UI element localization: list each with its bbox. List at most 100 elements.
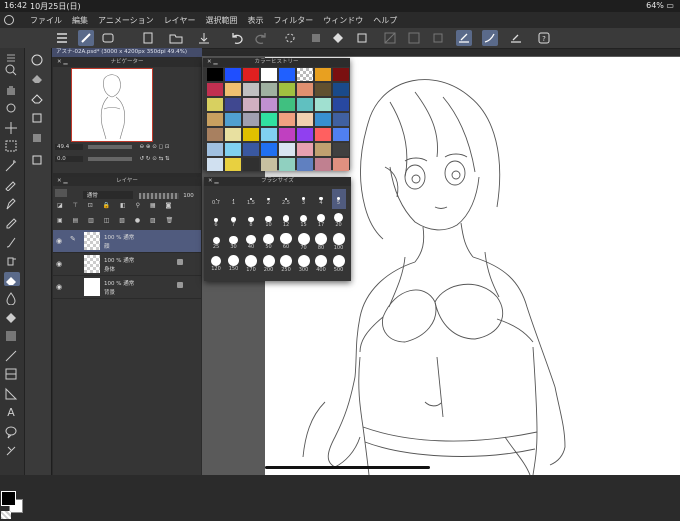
- color-swatch[interactable]: [297, 68, 313, 81]
- brush-tool-icon[interactable]: [4, 234, 20, 248]
- color-swatch[interactable]: [261, 143, 277, 156]
- color-swatch[interactable]: [261, 158, 277, 171]
- color-swatch[interactable]: [333, 68, 349, 81]
- brush-size-option[interactable]: 25: [209, 233, 223, 253]
- color-swatch[interactable]: [225, 83, 241, 96]
- color-swatch[interactable]: [243, 143, 259, 156]
- color-swatch[interactable]: [225, 128, 241, 141]
- balloon-icon[interactable]: [4, 424, 20, 439]
- menu-animation[interactable]: アニメーション: [98, 15, 154, 26]
- color-swatch[interactable]: [225, 68, 241, 81]
- color-swatch[interactable]: [279, 158, 295, 171]
- brush-size-option[interactable]: 70: [297, 233, 311, 253]
- rotation-buttons[interactable]: ↺ ↻ ⊙ ⇆ ⇅: [140, 156, 170, 162]
- menu-icon[interactable]: [54, 30, 70, 46]
- zoom-slider[interactable]: [87, 144, 132, 149]
- loading-icon[interactable]: [282, 30, 298, 46]
- wand-icon[interactable]: [4, 158, 20, 172]
- fill-icon[interactable]: [330, 30, 346, 46]
- color-swatch[interactable]: [315, 128, 331, 141]
- color-swatch[interactable]: [279, 98, 295, 111]
- color-swatch[interactable]: [333, 98, 349, 111]
- color-swatch[interactable]: [261, 68, 277, 81]
- hard-eraser-icon[interactable]: [30, 90, 46, 104]
- color-swatch[interactable]: [333, 113, 349, 126]
- navigator-preview[interactable]: [71, 68, 153, 142]
- layer-property-icon[interactable]: [55, 189, 67, 197]
- color-swatch[interactable]: [225, 158, 241, 171]
- layer-toolbar-1[interactable]: ◪ ⊤ ⊡ 🔒 ◧ ⚲ ▦ ◙: [57, 202, 197, 212]
- opacity-slider[interactable]: [138, 192, 179, 199]
- brush-size-option[interactable]: 250: [279, 255, 293, 275]
- color-swatch[interactable]: [261, 128, 277, 141]
- erase-lines2-icon[interactable]: [30, 152, 46, 166]
- line-icon[interactable]: [4, 348, 20, 362]
- brush-size-option[interactable]: 120: [209, 255, 223, 275]
- brush-size-option[interactable]: 8: [244, 211, 258, 231]
- pencil-icon[interactable]: [4, 214, 20, 229]
- move-icon[interactable]: [4, 120, 20, 134]
- brush-size-option[interactable]: 300: [297, 255, 311, 275]
- vector-eraser-icon[interactable]: [30, 110, 46, 124]
- color-swatch[interactable]: [207, 98, 223, 111]
- blend-icon[interactable]: [4, 290, 20, 306]
- brush-size-option[interactable]: 2.5: [279, 189, 293, 209]
- opacity-value[interactable]: 100: [183, 193, 194, 199]
- eye-icon[interactable]: ◉: [56, 260, 62, 268]
- menu-help[interactable]: ヘルプ: [373, 15, 397, 26]
- redo-icon[interactable]: [254, 30, 270, 46]
- rotate-view-icon[interactable]: [4, 100, 20, 114]
- menu-file[interactable]: ファイル: [30, 15, 62, 26]
- transform-icon[interactable]: [354, 30, 370, 46]
- color-swatch[interactable]: [225, 98, 241, 111]
- color-swatch[interactable]: [333, 143, 349, 156]
- color-swatch[interactable]: [297, 158, 313, 171]
- search-icon[interactable]: [30, 52, 46, 66]
- correct-line-icon[interactable]: [4, 442, 20, 456]
- brush-icon[interactable]: [78, 30, 94, 46]
- layer-row[interactable]: ◉ 100 % 通常 身体: [53, 253, 201, 276]
- eraser-icon[interactable]: [4, 272, 20, 286]
- close-icon[interactable]: ✕ ▁: [208, 177, 219, 186]
- material-icon[interactable]: [100, 30, 116, 46]
- color-swatch[interactable]: [207, 128, 223, 141]
- color-swatch[interactable]: [243, 98, 259, 111]
- color-swatch[interactable]: [207, 143, 223, 156]
- color-swatch[interactable]: [243, 68, 259, 81]
- brush-size-option[interactable]: 10: [262, 211, 276, 231]
- crop-icon[interactable]: [430, 30, 446, 46]
- color-swatch[interactable]: [279, 128, 295, 141]
- soft-eraser-icon[interactable]: [30, 70, 46, 84]
- brush-size-option[interactable]: 80: [314, 233, 328, 253]
- color-swatch[interactable]: [279, 68, 295, 81]
- color-swatch[interactable]: [315, 113, 331, 126]
- brush-size-option[interactable]: 60: [279, 233, 293, 253]
- brush-size-option[interactable]: 0.7: [209, 189, 223, 209]
- menu-filter[interactable]: フィルター: [273, 15, 313, 26]
- brush-size-option[interactable]: 15: [297, 211, 311, 231]
- color-swatch[interactable]: [315, 98, 331, 111]
- brush-size-option[interactable]: 3: [297, 189, 311, 209]
- zoom-value[interactable]: 49.4: [55, 144, 83, 150]
- zoom-icon[interactable]: [4, 62, 20, 76]
- close-icon[interactable]: ✕ ▁: [57, 58, 68, 67]
- erase-lines-icon[interactable]: [30, 130, 46, 144]
- brush-size-option[interactable]: 5: [331, 189, 346, 209]
- color-swatch[interactable]: [297, 128, 313, 141]
- color-swatch[interactable]: [315, 83, 331, 96]
- brush-size-option[interactable]: 30: [227, 233, 241, 253]
- special-ruler-snap-icon[interactable]: [482, 30, 498, 46]
- brush-size-option[interactable]: 1.5: [244, 189, 258, 209]
- brush-size-option[interactable]: 7: [227, 211, 241, 231]
- color-swatch[interactable]: [207, 83, 223, 96]
- deselect-icon[interactable]: [382, 30, 398, 46]
- grid-snap-icon[interactable]: [508, 30, 524, 46]
- brush-size-option[interactable]: 20: [332, 211, 346, 231]
- gradient-icon[interactable]: [4, 328, 20, 342]
- close-icon[interactable]: ✕ ▁: [57, 177, 68, 186]
- color-swatch[interactable]: [225, 113, 241, 126]
- frame-icon[interactable]: [4, 366, 20, 380]
- selection-icon[interactable]: [4, 138, 20, 152]
- hand-icon[interactable]: [4, 82, 20, 96]
- fill-tool-icon[interactable]: [4, 310, 20, 324]
